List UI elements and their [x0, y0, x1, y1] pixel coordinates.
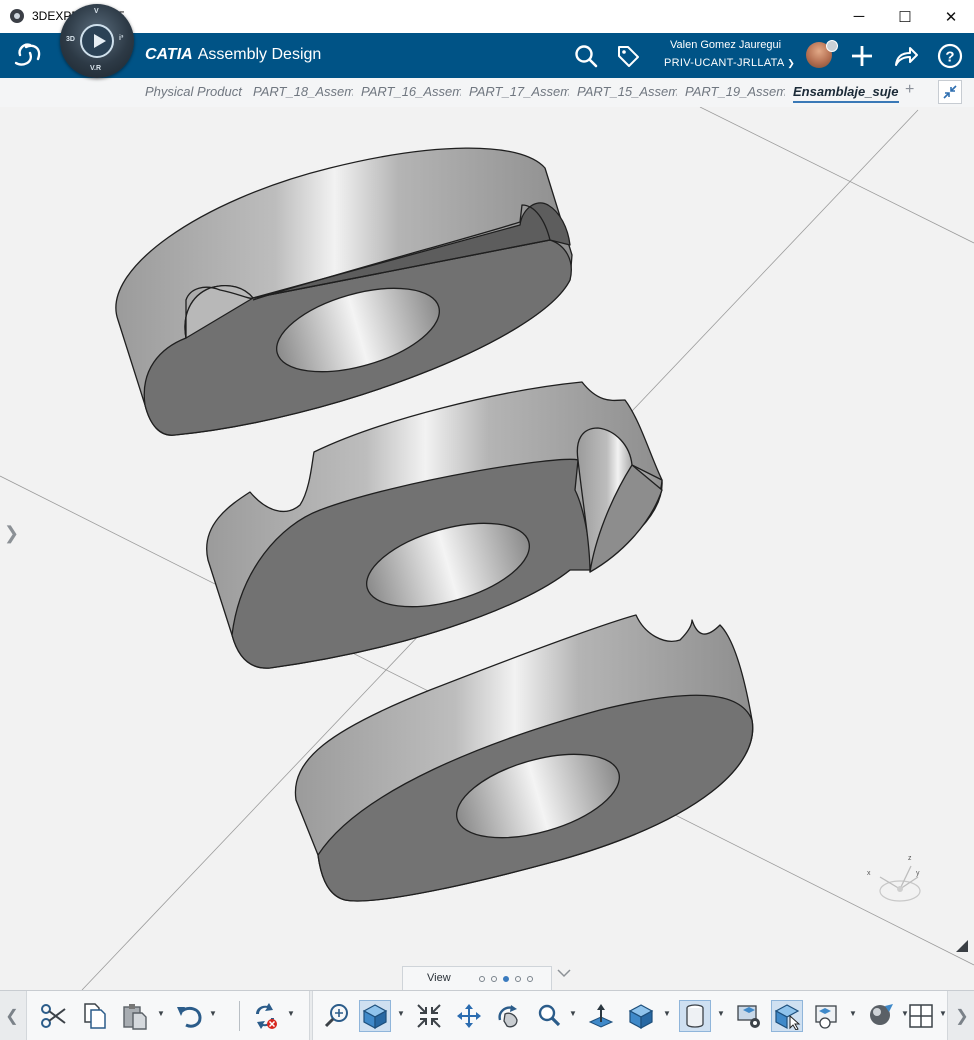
tab-part-15[interactable]: PART_15_Assem [577, 84, 677, 99]
copy-icon[interactable] [79, 1000, 111, 1032]
compass-bottom-label: V.R [90, 65, 102, 72]
view-cube-icon[interactable] [359, 1000, 391, 1032]
search-icon[interactable] [570, 40, 602, 72]
close-button[interactable]: ✕ [928, 0, 974, 33]
maximize-button[interactable]: ☐ [882, 0, 928, 33]
play-icon[interactable] [80, 24, 114, 58]
window-titlebar: 3DEXPERIENCE ─ ☐ ✕ [0, 0, 974, 33]
edit-section: ▼ ▼ ▼ [26, 991, 310, 1040]
ds-logo-icon[interactable] [12, 39, 48, 71]
clipping-icon[interactable] [811, 1000, 843, 1032]
compass-left-label: 3D [66, 36, 75, 43]
section-page-dots [479, 976, 533, 982]
collapse-icon[interactable] [938, 80, 962, 104]
assembly-geometry [0, 107, 974, 990]
help-icon[interactable]: ? [934, 40, 966, 72]
app-icon [10, 9, 24, 23]
bottom-ring [294, 614, 754, 902]
status-dot-icon [826, 40, 838, 52]
tab-part-18[interactable]: PART_18_Assem [253, 84, 353, 99]
document-tab-bar: Physical Product PART_18_Assem PART_16_A… [0, 78, 974, 108]
axis-z-label: z [908, 855, 912, 862]
add-tab-button[interactable]: + [905, 81, 914, 99]
minimize-button[interactable]: ─ [836, 0, 882, 33]
chevron-down-icon: ❯ [787, 58, 796, 68]
svg-text:?: ? [945, 49, 954, 66]
tab-physical-product[interactable]: Physical Product [145, 84, 247, 99]
iso-view-icon[interactable] [625, 1000, 657, 1032]
action-bar-scroll-right-icon[interactable]: ❯ [950, 991, 974, 1040]
compress-icon[interactable] [413, 1000, 445, 1032]
tab-part-16[interactable]: PART_16_Assem [361, 84, 461, 99]
compass-right-label: i³ [119, 35, 124, 42]
middle-ring [206, 381, 663, 669]
display-icon[interactable] [771, 1000, 803, 1032]
normal-view-icon[interactable] [585, 1000, 617, 1032]
page-dot[interactable] [479, 976, 485, 982]
tab-part-19[interactable]: PART_19_Assem [685, 84, 785, 99]
tag-icon[interactable] [612, 40, 644, 72]
update-icon[interactable] [249, 1000, 281, 1032]
page-dot[interactable] [515, 976, 521, 982]
paste-icon[interactable] [119, 1000, 151, 1032]
chevron-down-icon[interactable] [556, 965, 572, 981]
separator [239, 1001, 240, 1031]
fit-all-icon[interactable] [321, 1000, 353, 1032]
resize-corner-icon[interactable] [954, 938, 970, 954]
view-section: ▼ ▼ ▼ ▼ ▼ ▼ ▼ [312, 991, 948, 1040]
axis-x-label: x [867, 870, 871, 877]
clipping-dropdown-icon[interactable]: ▼ [849, 1009, 857, 1018]
tab-ensamblaje[interactable]: Ensamblaje_suje [793, 84, 899, 103]
shading-dropdown-icon[interactable]: ▼ [717, 1009, 725, 1018]
side-panel-chevron-icon[interactable]: ❯ [4, 523, 19, 544]
top-ring [115, 147, 573, 436]
zoom-dropdown-icon[interactable]: ▼ [569, 1009, 577, 1018]
multi-view-icon[interactable] [905, 1000, 937, 1032]
action-bar-scroll-left-icon[interactable]: ❮ [0, 991, 24, 1040]
pan-icon[interactable] [453, 1000, 485, 1032]
action-bar: ❮ ▼ ▼ ▼ ▼ ▼ ▼ ▼ ▼ ▼ ▼ ❯ [0, 990, 974, 1040]
iso-view-dropdown-icon[interactable]: ▼ [663, 1009, 671, 1018]
zoom-icon[interactable] [533, 1000, 565, 1032]
app-brand: CATIA [145, 46, 193, 63]
tenant-selector[interactable]: PRIV-UCANT-JRLLATA ❯ [664, 57, 795, 69]
update-dropdown-icon[interactable]: ▼ [287, 1009, 295, 1018]
user-name[interactable]: Valen Gomez Jauregui [670, 39, 781, 51]
share-icon[interactable] [890, 40, 922, 72]
view-cube-dropdown-icon[interactable]: ▼ [397, 1009, 405, 1018]
page-dot-active[interactable] [503, 976, 509, 982]
axis-triad-icon[interactable] [866, 859, 926, 909]
hide-show-icon[interactable] [733, 1000, 765, 1032]
cut-icon[interactable] [37, 1000, 69, 1032]
3d-viewport[interactable]: ❯ z x y [0, 107, 974, 990]
plus-icon[interactable] [846, 40, 878, 72]
view-section-label[interactable]: View [427, 972, 451, 984]
page-dot[interactable] [491, 976, 497, 982]
page-dot[interactable] [527, 976, 533, 982]
paste-dropdown-icon[interactable]: ▼ [157, 1009, 165, 1018]
shading-icon[interactable] [679, 1000, 711, 1032]
compass-top-label: V [94, 8, 99, 15]
axis-y-label: y [916, 870, 920, 877]
tenant-label: PRIV-UCANT-JRLLATA [664, 57, 784, 69]
section-selector: View [402, 966, 552, 990]
tab-part-17[interactable]: PART_17_Assem [469, 84, 569, 99]
rotate-icon[interactable] [493, 1000, 525, 1032]
undo-icon[interactable] [173, 1000, 205, 1032]
app-title: CATIA Assembly Design [145, 46, 321, 64]
undo-dropdown-icon[interactable]: ▼ [209, 1009, 217, 1018]
multi-view-dropdown-icon[interactable]: ▼ [939, 1009, 947, 1018]
app-name: Assembly Design [197, 46, 322, 63]
compass-widget[interactable]: V 3D i³ V.R [60, 4, 134, 78]
render-icon[interactable] [865, 1000, 897, 1032]
tab-ensamblaje-label: Ensamblaje_suje [793, 84, 899, 99]
